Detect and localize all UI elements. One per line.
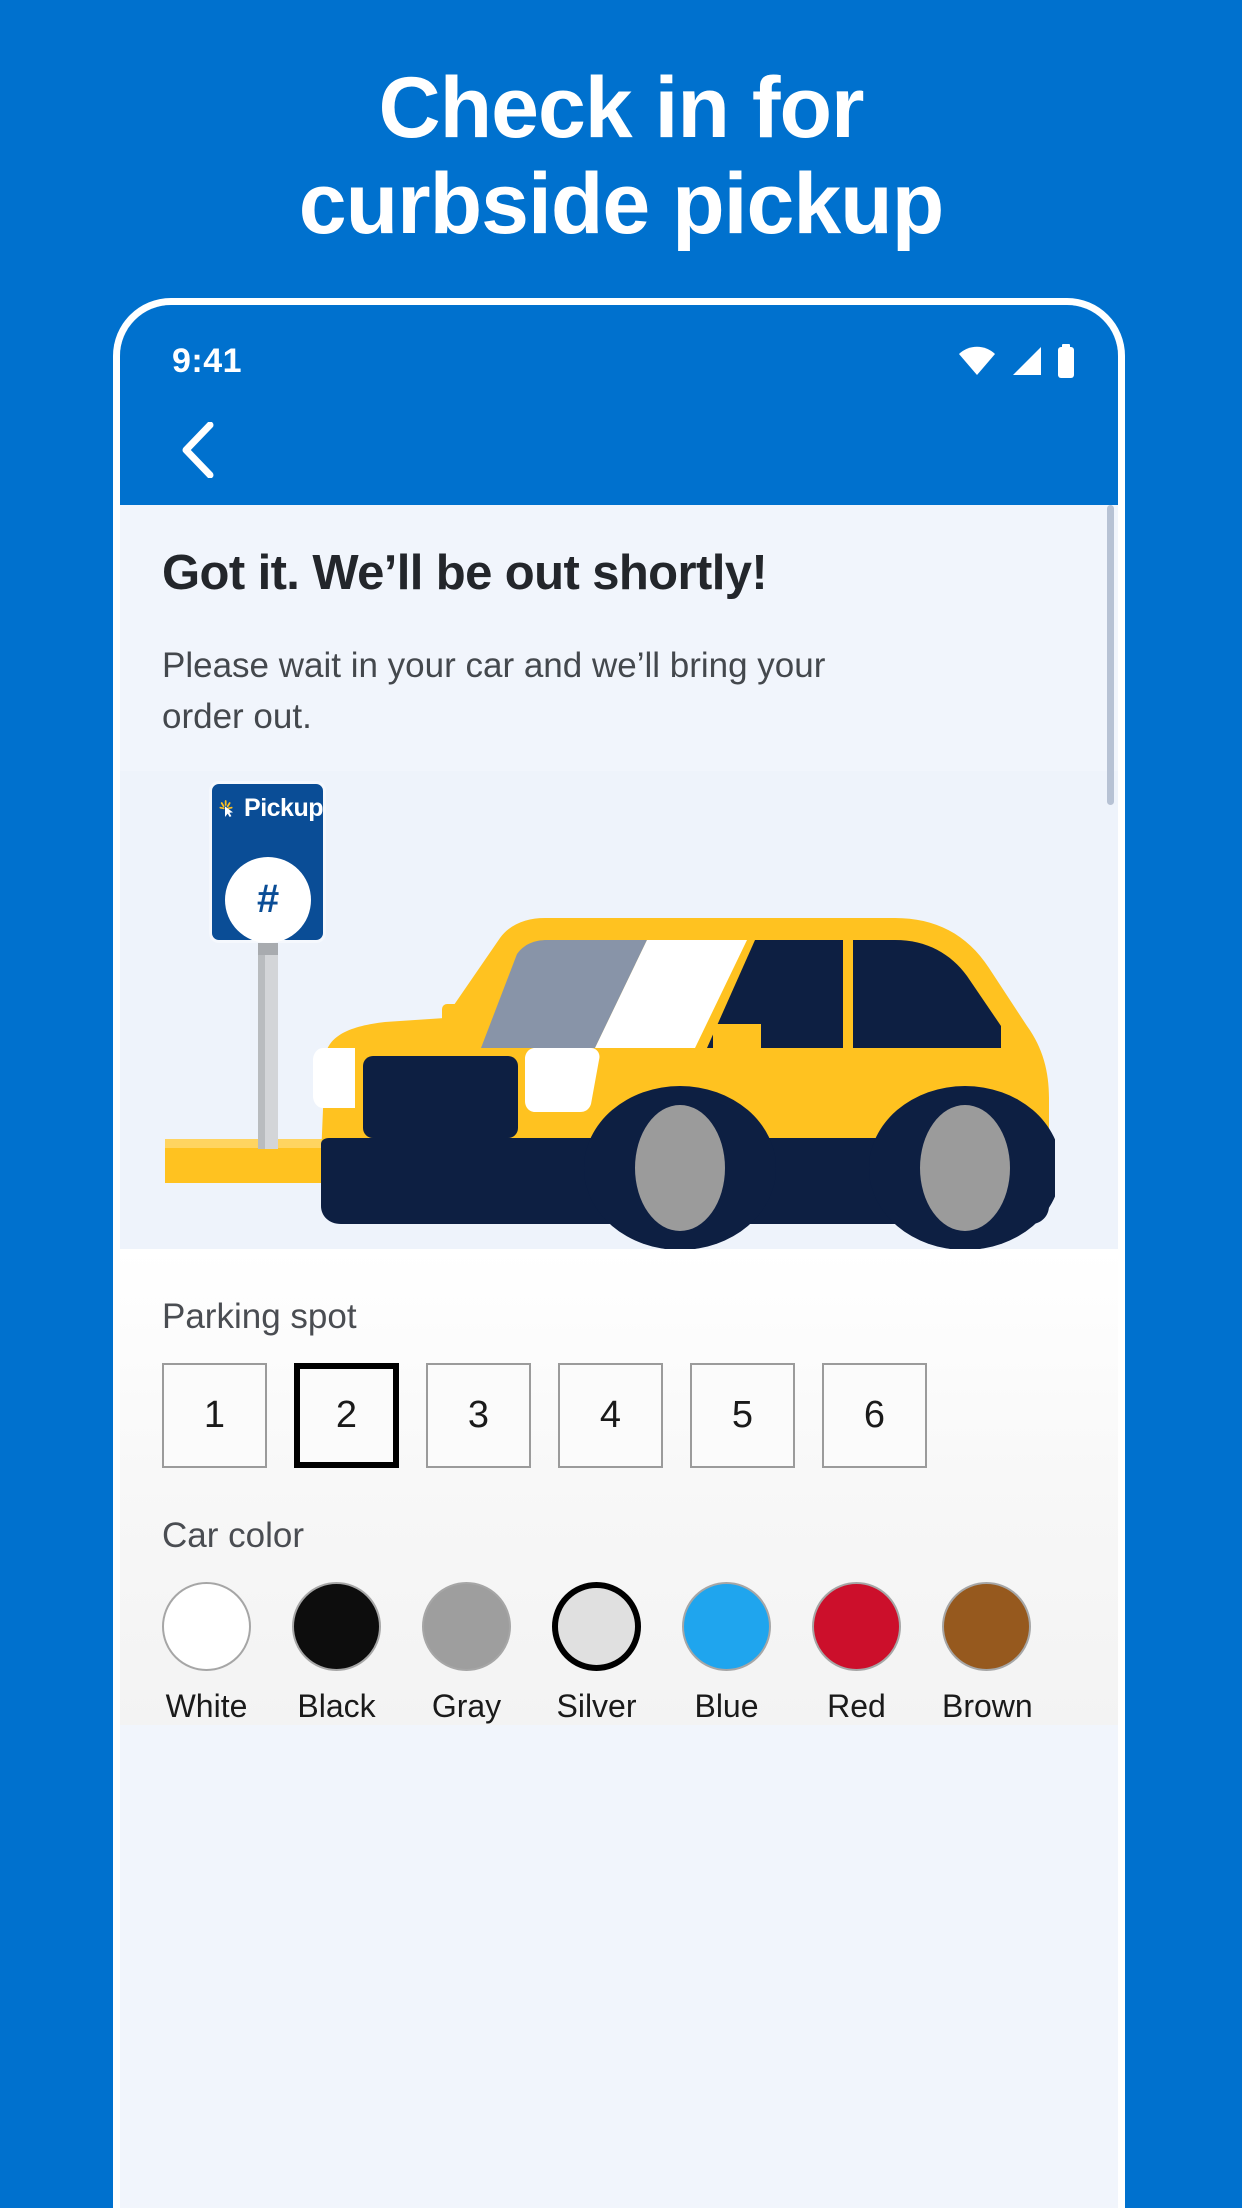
screen-scrollbar[interactable] [1107, 505, 1114, 805]
car-color-swatch [812, 1581, 901, 1671]
parking-spot-selector[interactable]: 123456 [120, 1362, 1118, 1468]
car-color-name: Red [827, 1687, 886, 1724]
car-color-name: Black [297, 1687, 376, 1724]
car-color-swatch [552, 1581, 641, 1671]
app-bar [120, 395, 1118, 505]
parking-spot-option[interactable]: 2 [294, 1362, 399, 1468]
parking-spot-option[interactable]: 4 [558, 1362, 663, 1468]
screen-content: Got it. We’ll be out shortly! Please wai… [120, 505, 1118, 743]
parking-spot-option[interactable]: 3 [426, 1362, 531, 1468]
cellular-signal-icon [1013, 347, 1041, 375]
promo-screenshot: Check in for curbside pickup 9:41 Got it… [0, 0, 1242, 2208]
phone-screen: 9:41 Got it. We’ll be out shortly! Pleas… [120, 305, 1118, 2208]
car-color-option[interactable]: Blue [682, 1581, 771, 1725]
car-color-name: Blue [694, 1687, 759, 1724]
car-color-name: Silver [556, 1687, 637, 1724]
car-color-name: Gray [431, 1687, 502, 1724]
car-color-label: Car color [162, 1515, 304, 1555]
parking-spot-option[interactable]: 5 [690, 1362, 795, 1468]
status-bar-icons [958, 344, 1076, 378]
car-illustration [313, 917, 1055, 1249]
sign-pole-highlight [258, 938, 265, 1149]
car-color-selector[interactable]: White Black Gray Silver Blue Red Brown [120, 1581, 1118, 1725]
back-button[interactable] [162, 415, 232, 485]
battery-icon [1058, 344, 1074, 378]
car-color-name: White [165, 1687, 248, 1724]
spark-cursor-icon [219, 799, 234, 817]
car-color-swatch [162, 1581, 251, 1671]
car-color-swatch [422, 1581, 511, 1671]
car-color-option[interactable]: Red [812, 1581, 901, 1725]
parking-spot-option[interactable]: 6 [822, 1362, 927, 1468]
checkin-form: Parking spot 123456 Car color White Black… [120, 1248, 1118, 1725]
parking-spot-label: Parking spot [162, 1296, 357, 1336]
promo-headline: Check in for curbside pickup [0, 60, 1242, 253]
car-color-option[interactable]: Brown [942, 1581, 1033, 1725]
car-color-option[interactable]: Gray [422, 1581, 511, 1725]
pickup-sign-header: Pickup [212, 784, 323, 824]
car-color-option[interactable]: White [162, 1581, 251, 1725]
car-color-option[interactable]: Silver [552, 1581, 641, 1725]
chevron-left-icon [182, 422, 214, 478]
phone-mockup: 9:41 Got it. We’ll be out shortly! Pleas… [113, 298, 1125, 2208]
wifi-icon [959, 346, 995, 375]
parking-spot-option[interactable]: 1 [162, 1362, 267, 1468]
page-title: Got it. We’ll be out shortly! [162, 546, 768, 600]
car-color-name: Brown [942, 1687, 1033, 1724]
car-color-swatch [292, 1581, 381, 1671]
status-bar-clock: 9:41 [172, 341, 243, 380]
headline-line-2: curbside pickup [298, 156, 945, 253]
pickup-sign-number: # [256, 877, 279, 922]
car-color-swatch [682, 1581, 771, 1671]
headline-line-1: Check in for [378, 60, 865, 156]
page-body-text: Please wait in your car and we’ll bring … [162, 646, 826, 737]
curbside-illustration: Pickup # [120, 770, 1118, 1249]
car-color-swatch [942, 1581, 1031, 1671]
status-bar: 9:41 [120, 305, 1118, 395]
pickup-sign-label: Pickup [244, 794, 323, 823]
car-color-option[interactable]: Black [292, 1581, 381, 1725]
